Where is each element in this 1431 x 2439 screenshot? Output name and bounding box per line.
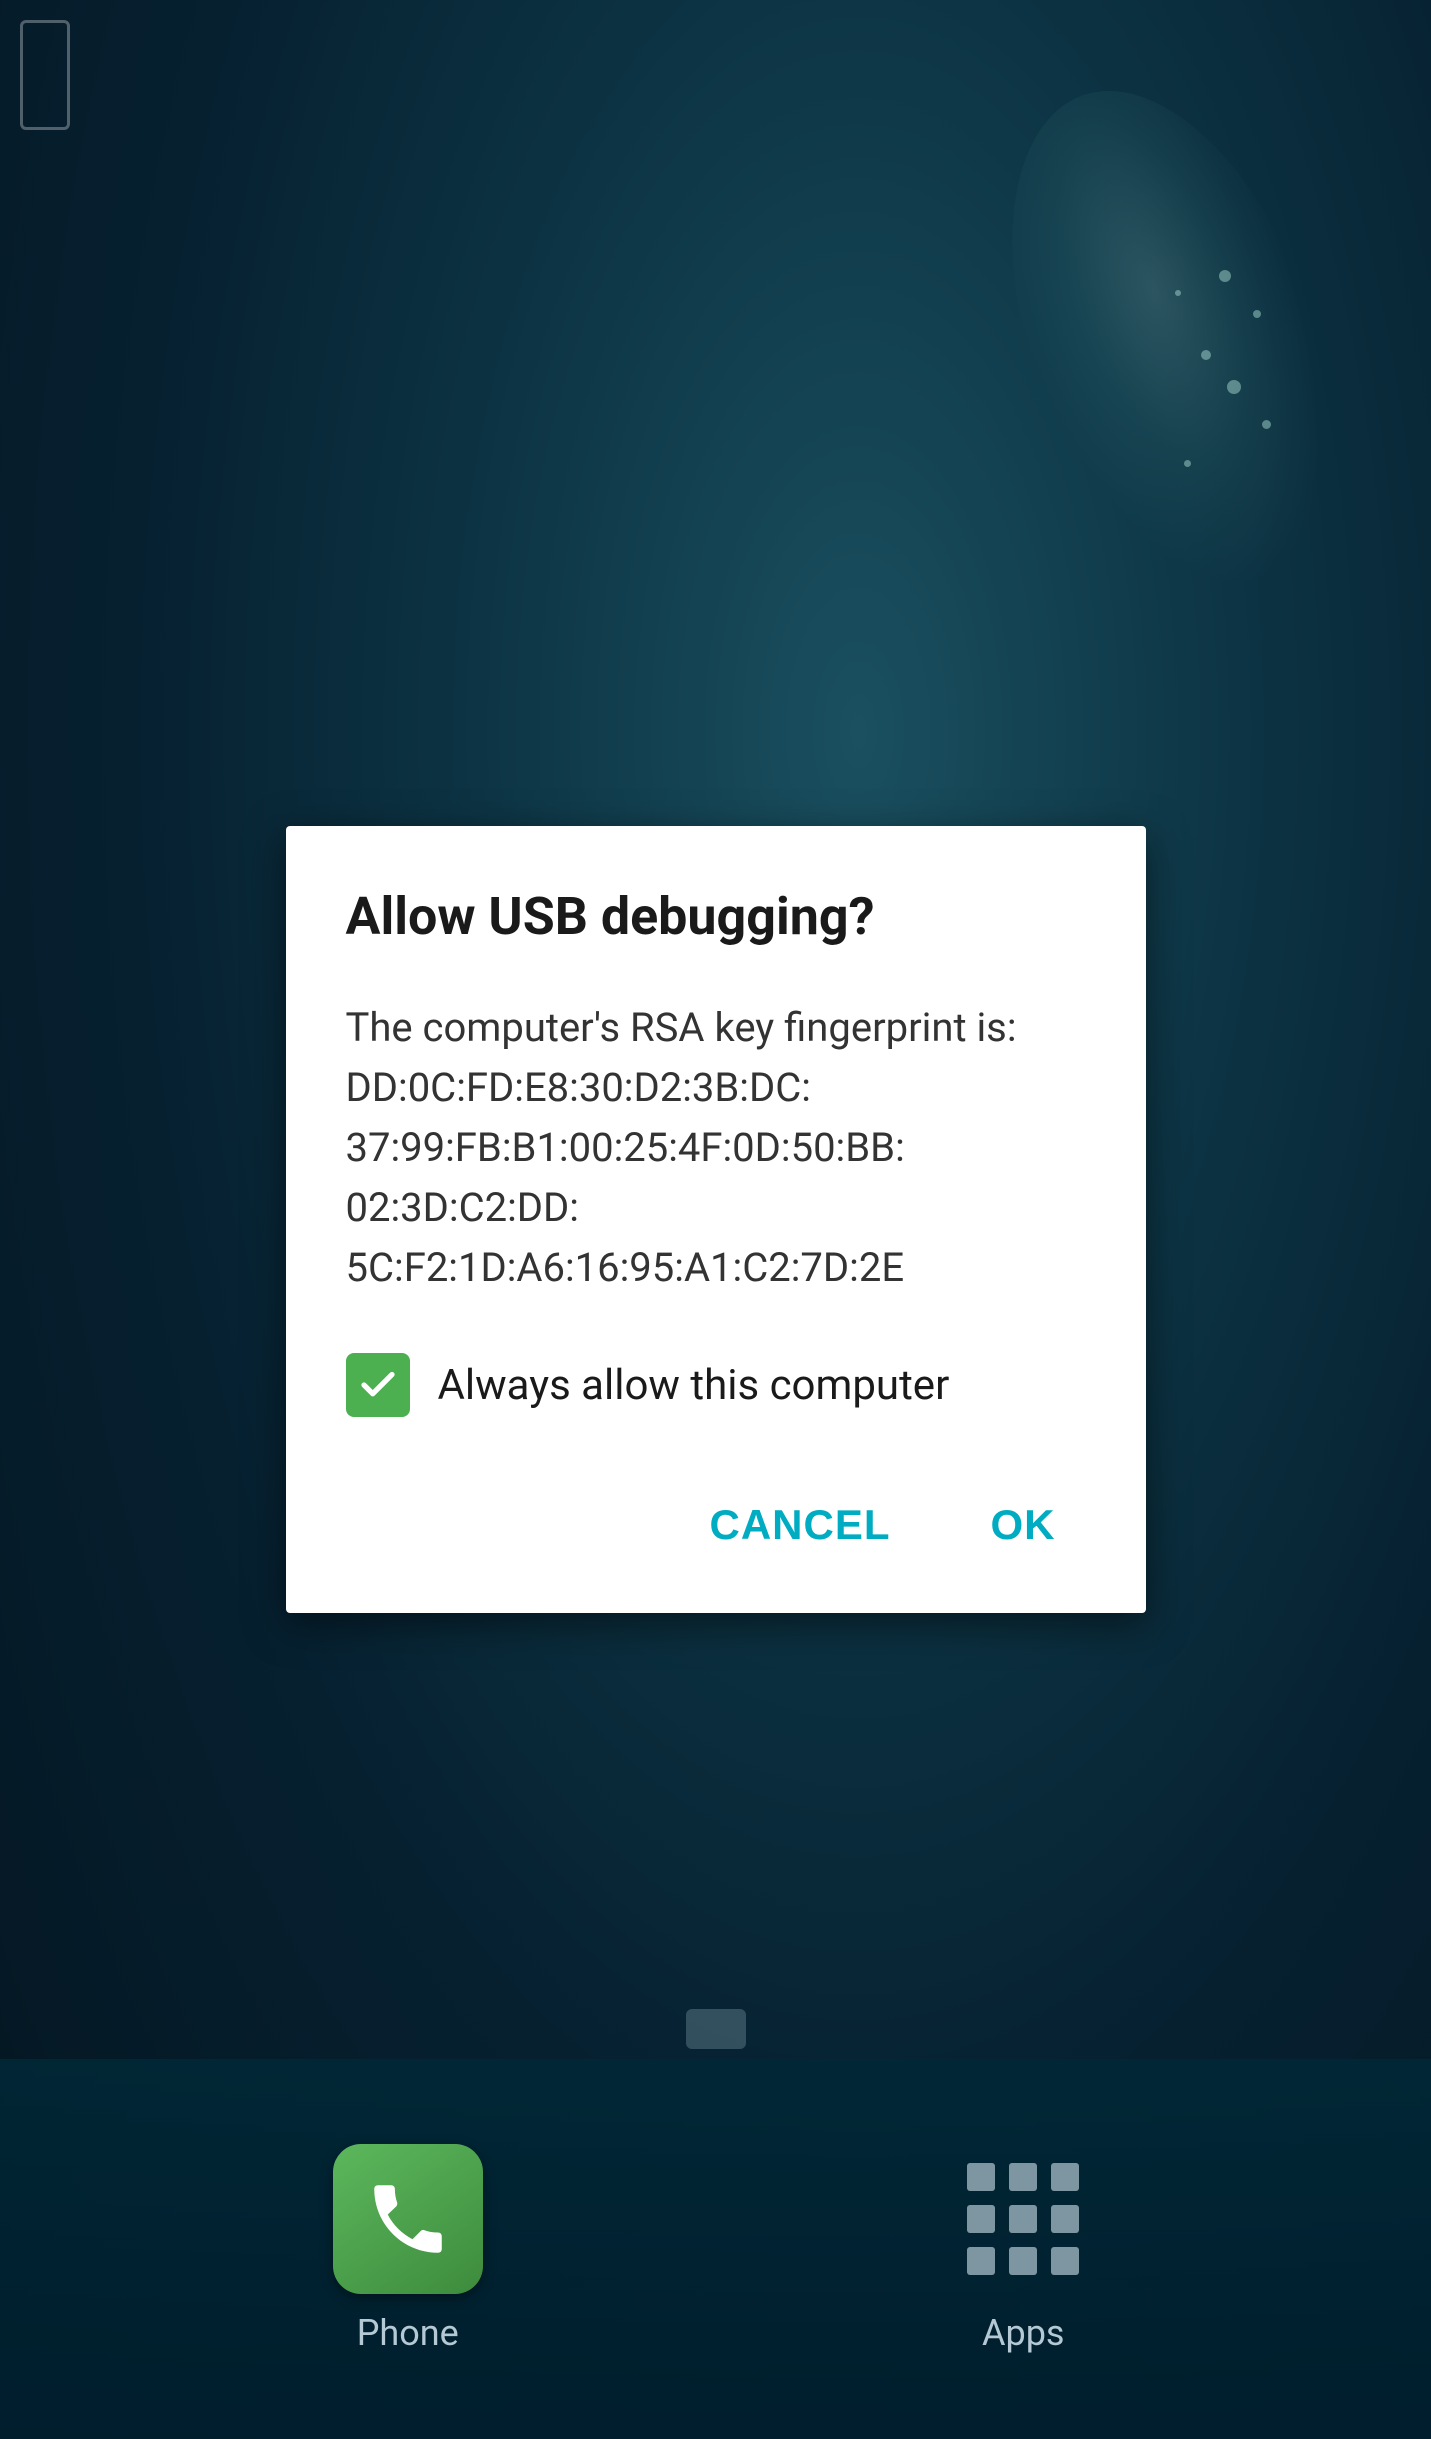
always-allow-label: Always allow this computer xyxy=(438,1361,950,1410)
usb-debugging-dialog: Allow USB debugging? The computer's RSA … xyxy=(286,826,1146,1613)
always-allow-checkbox[interactable] xyxy=(346,1353,410,1417)
dialog-overlay: Allow USB debugging? The computer's RSA … xyxy=(0,0,1431,2439)
always-allow-row[interactable]: Always allow this computer xyxy=(346,1353,1086,1417)
checkmark-icon xyxy=(357,1364,399,1406)
dialog-title: Allow USB debugging? xyxy=(346,886,1086,948)
dialog-actions: CANCEL OK xyxy=(346,1477,1086,1563)
dialog-body: The computer's RSA key fingerprint is: D… xyxy=(346,998,1086,1298)
ok-button[interactable]: OK xyxy=(961,1487,1086,1563)
cancel-button[interactable]: CANCEL xyxy=(680,1487,921,1563)
